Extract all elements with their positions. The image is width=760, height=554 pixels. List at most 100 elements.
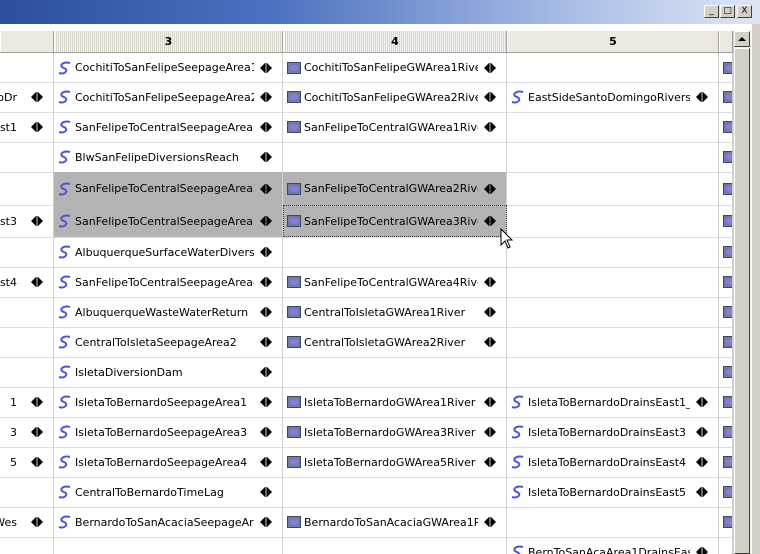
grid-cell[interactable]: SanFelipeToCentralSeepageArea3 bbox=[54, 205, 283, 237]
grid-cell[interactable]: BernToSanAcaArea1DrainsEast bbox=[507, 537, 719, 554]
column-header-5[interactable]: 5 bbox=[507, 31, 719, 52]
grid-cell[interactable]: SanFelipeToCentralGWArea1River bbox=[283, 112, 507, 142]
grid-cell-partial[interactable] bbox=[0, 172, 54, 205]
left-right-arrows-icon[interactable] bbox=[694, 427, 710, 437]
grid-cell[interactable]: SanFelipeToCentralSeepageArea2 bbox=[54, 172, 283, 205]
left-right-arrows-icon[interactable] bbox=[482, 92, 498, 102]
grid-cell[interactable] bbox=[507, 507, 719, 537]
column-header-6-partial[interactable] bbox=[719, 31, 733, 52]
grid-cell[interactable] bbox=[283, 357, 507, 387]
grid-cell-col6-partial[interactable] bbox=[719, 267, 733, 297]
left-right-arrows-icon[interactable] bbox=[694, 92, 710, 102]
grid-cell-partial[interactable]: st4 bbox=[0, 267, 54, 297]
left-right-arrows-icon[interactable] bbox=[29, 216, 45, 226]
grid-cell-partial[interactable] bbox=[0, 327, 54, 357]
left-right-arrows-icon[interactable] bbox=[258, 277, 274, 287]
grid-cell-partial[interactable]: 3 bbox=[0, 417, 54, 447]
left-right-arrows-icon[interactable] bbox=[29, 122, 45, 132]
left-right-arrows-icon[interactable] bbox=[258, 62, 274, 73]
grid-cell[interactable]: BernardoToSanAcaciaGWArea1Rive bbox=[283, 507, 507, 537]
grid-cell[interactable] bbox=[507, 327, 719, 357]
grid-cell-partial[interactable] bbox=[0, 537, 54, 554]
grid-cell-partial[interactable] bbox=[0, 357, 54, 387]
grid-cell[interactable]: CentralToIsletaGWArea2River bbox=[283, 327, 507, 357]
grid-cell-partial[interactable] bbox=[0, 477, 54, 507]
grid-cell-col6-partial[interactable] bbox=[719, 237, 733, 267]
grid-cell[interactable] bbox=[283, 537, 507, 554]
grid-cell[interactable] bbox=[507, 53, 719, 82]
column-header-4[interactable]: 4 bbox=[283, 31, 507, 52]
left-right-arrows-icon[interactable] bbox=[258, 307, 274, 317]
grid-cell[interactable]: CentralToBernardoTimeLag bbox=[54, 477, 283, 507]
left-right-arrows-icon[interactable] bbox=[694, 487, 710, 497]
grid-cell[interactable]: SanFelipeToCentralGWArea2River bbox=[283, 172, 507, 205]
grid-cell[interactable] bbox=[507, 357, 719, 387]
grid-cell-partial[interactable] bbox=[0, 142, 54, 172]
column-header-3[interactable]: 3 bbox=[54, 31, 283, 52]
grid-cell-col6-partial[interactable] bbox=[719, 53, 733, 82]
grid-cell[interactable] bbox=[507, 172, 719, 205]
column-header-partial[interactable] bbox=[0, 31, 54, 52]
grid-cell-partial[interactable] bbox=[0, 297, 54, 327]
left-right-arrows-icon[interactable] bbox=[482, 62, 498, 73]
left-right-arrows-icon[interactable] bbox=[482, 277, 498, 287]
grid-cell[interactable] bbox=[507, 267, 719, 297]
close-button[interactable]: X bbox=[737, 5, 752, 18]
grid-cell-partial[interactable]: 5 bbox=[0, 447, 54, 477]
minimize-button[interactable]: _ bbox=[704, 5, 719, 18]
left-right-arrows-icon[interactable] bbox=[258, 183, 274, 194]
left-right-arrows-icon[interactable] bbox=[29, 427, 45, 437]
left-right-arrows-icon[interactable] bbox=[258, 367, 274, 377]
grid-cell-col6-partial[interactable] bbox=[719, 172, 733, 205]
grid-cell[interactable] bbox=[283, 237, 507, 267]
grid-cell-partial[interactable]: st1 bbox=[0, 112, 54, 142]
grid-cell-partial[interactable]: Wes bbox=[0, 507, 54, 537]
grid-cell[interactable]: AlbuquerqueSurfaceWaterDiversion bbox=[54, 237, 283, 267]
grid-cell[interactable] bbox=[507, 142, 719, 172]
scroll-up-button[interactable] bbox=[734, 31, 750, 47]
grid-cell[interactable]: EastSideSantoDomingoRiversideD bbox=[507, 82, 719, 112]
left-right-arrows-icon[interactable] bbox=[482, 307, 498, 317]
left-right-arrows-icon[interactable] bbox=[29, 517, 45, 527]
grid-cell[interactable] bbox=[507, 237, 719, 267]
grid-cell-col6-partial[interactable] bbox=[719, 112, 733, 142]
left-right-arrows-icon[interactable] bbox=[258, 92, 274, 102]
grid-cell[interactable]: CochitiToSanFelipeSeepageArea1 bbox=[54, 53, 283, 82]
grid-cell[interactable]: IsletaToBernardoDrainsEast5 bbox=[507, 477, 719, 507]
left-right-arrows-icon[interactable] bbox=[482, 397, 498, 407]
grid-cell-col6-partial[interactable] bbox=[719, 417, 733, 447]
grid-cell[interactable]: IsletaDiversionDam bbox=[54, 357, 283, 387]
left-right-arrows-icon[interactable] bbox=[258, 247, 274, 257]
grid-cell-col6-partial[interactable] bbox=[719, 507, 733, 537]
grid-cell-col6-partial[interactable] bbox=[719, 357, 733, 387]
left-right-arrows-icon[interactable] bbox=[29, 397, 45, 407]
grid-cell[interactable] bbox=[507, 112, 719, 142]
grid-cell-partial[interactable] bbox=[0, 53, 54, 82]
grid-cell-col6-partial[interactable] bbox=[719, 537, 733, 554]
left-right-arrows-icon[interactable] bbox=[258, 397, 274, 407]
left-right-arrows-icon[interactable] bbox=[482, 427, 498, 437]
maximize-button[interactable]: □ bbox=[720, 5, 735, 18]
grid-cell[interactable] bbox=[283, 142, 507, 172]
grid-cell-partial[interactable] bbox=[0, 237, 54, 267]
left-right-arrows-icon[interactable] bbox=[482, 517, 498, 527]
grid-cell-col6-partial[interactable] bbox=[719, 387, 733, 417]
grid-cell[interactable]: SanFelipeToCentralGWArea4River bbox=[283, 267, 507, 297]
grid-cell[interactable]: SanFelipeToCentralSeepageArea4 bbox=[54, 267, 283, 297]
grid-cell-partial[interactable]: 1 bbox=[0, 387, 54, 417]
left-right-arrows-icon[interactable] bbox=[258, 427, 274, 437]
left-right-arrows-icon[interactable] bbox=[258, 487, 274, 497]
grid-cell[interactable]: IsletaToBernardoGWArea5River bbox=[283, 447, 507, 477]
left-right-arrows-icon[interactable] bbox=[482, 183, 498, 194]
grid-cell[interactable]: IsletaToBernardoGWArea3River bbox=[283, 417, 507, 447]
grid-cell[interactable]: IsletaToBernardoDrainsEast4 bbox=[507, 447, 719, 477]
scroll-thumb[interactable] bbox=[734, 48, 750, 554]
left-right-arrows-icon[interactable] bbox=[258, 337, 274, 347]
grid-cell-partial[interactable]: goDr bbox=[0, 82, 54, 112]
grid-cell[interactable]: SanFelipeToCentralSeepageArea1 bbox=[54, 112, 283, 142]
vertical-scrollbar[interactable] bbox=[733, 31, 751, 554]
left-right-arrows-icon[interactable] bbox=[482, 337, 498, 347]
grid-cell[interactable] bbox=[283, 477, 507, 507]
grid-cell[interactable]: IsletaToBernardoSeepageArea4 bbox=[54, 447, 283, 477]
grid-cell[interactable]: BernardoToSanAcaciaSeepageArea1 bbox=[54, 507, 283, 537]
